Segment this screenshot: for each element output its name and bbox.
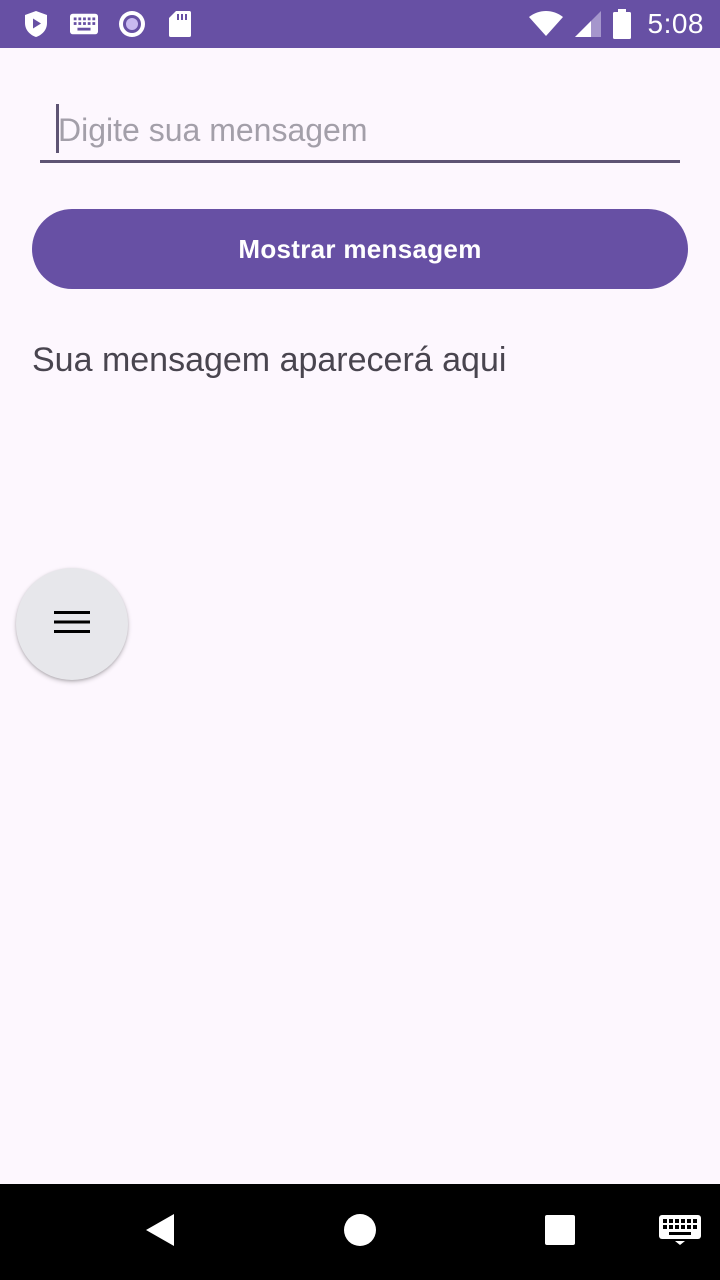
status-right-icons: 5:08	[528, 8, 705, 40]
shield-play-icon	[22, 10, 50, 38]
menu-icon	[54, 610, 90, 639]
wifi-icon	[528, 10, 564, 38]
cell-signal-icon	[574, 10, 602, 38]
show-message-button[interactable]: Mostrar mensagem	[32, 209, 688, 289]
navigation-bar	[0, 1184, 720, 1280]
battery-icon	[612, 9, 632, 39]
record-icon	[118, 10, 146, 38]
clock: 5:08	[647, 8, 704, 39]
back-button[interactable]	[136, 1208, 184, 1256]
status-bar: 5:08	[0, 0, 720, 48]
keyboard-icon	[70, 10, 98, 38]
sd-card-icon	[166, 10, 194, 38]
recents-icon	[545, 1214, 575, 1250]
message-output: Sua mensagem aparecerá aqui	[32, 341, 507, 379]
menu-button[interactable]	[16, 568, 128, 680]
keyboard-switch-button[interactable]	[654, 1212, 706, 1252]
keyboard-icon	[659, 1214, 701, 1250]
recents-button[interactable]	[536, 1208, 584, 1256]
home-button[interactable]	[336, 1208, 384, 1256]
message-field[interactable]	[40, 100, 680, 163]
status-left-icons	[22, 10, 194, 38]
message-input[interactable]	[58, 100, 658, 160]
home-icon	[344, 1213, 376, 1251]
back-icon	[145, 1213, 175, 1252]
